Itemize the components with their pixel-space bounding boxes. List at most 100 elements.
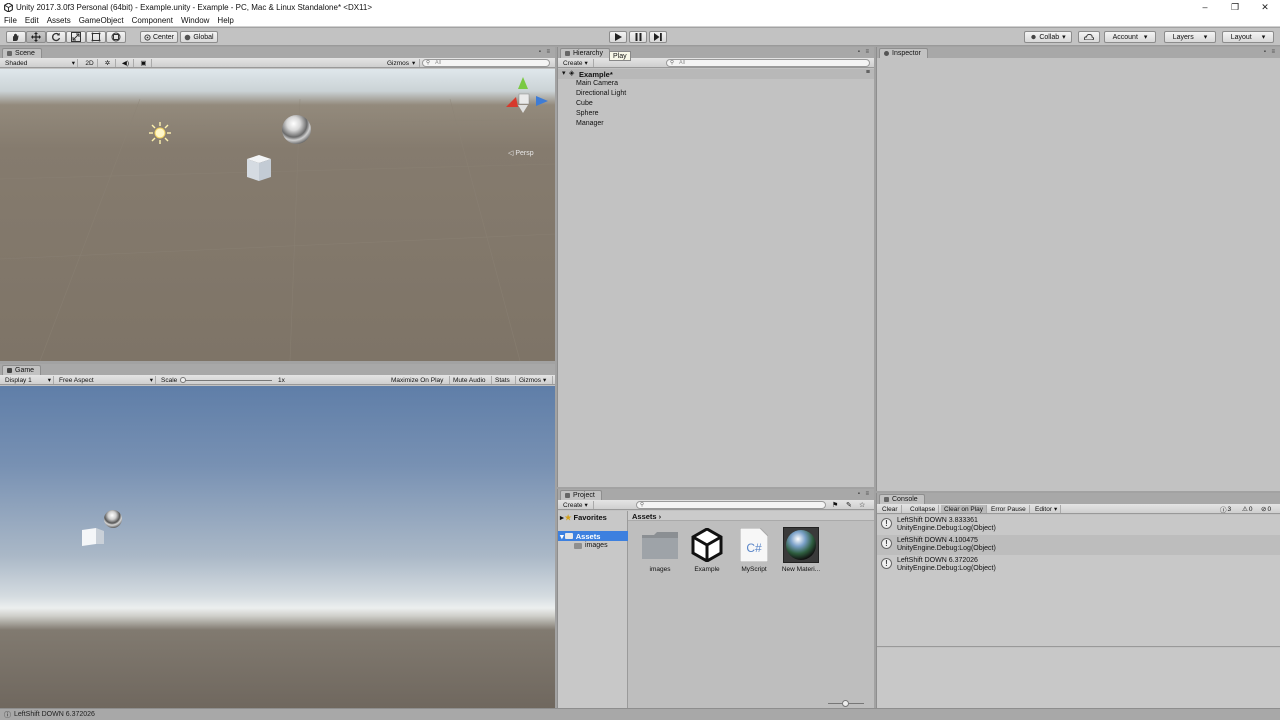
tab-game[interactable]: Game xyxy=(2,365,42,375)
scene-root-row[interactable]: ▾ ◈ Example* ≡ xyxy=(558,69,874,79)
display-dropdown[interactable]: Display 1 ▾ xyxy=(2,376,54,384)
scene-menu-icon[interactable]: ≡ xyxy=(866,69,870,76)
hierarchy-item-main-camera[interactable]: Main Camera xyxy=(576,80,618,87)
orientation-gizmo[interactable] xyxy=(502,77,552,123)
log-entry[interactable]: ! LeftShift DOWN 3.833361 UnityEngine.De… xyxy=(877,515,1280,535)
sphere-object[interactable] xyxy=(282,115,311,144)
menu-file[interactable]: File xyxy=(4,16,17,25)
space-global-toggle[interactable]: Global xyxy=(180,31,218,43)
console-warning-filter[interactable]: ⚠ 0 xyxy=(1239,505,1255,514)
tab-scene[interactable]: Scene xyxy=(2,48,42,58)
tab-hierarchy[interactable]: Hierarchy xyxy=(560,48,610,58)
hierarchy-create-dropdown[interactable]: Create ▾ xyxy=(560,59,594,67)
hierarchy-item-manager[interactable]: Manager xyxy=(576,120,604,127)
favorites-item[interactable]: ▸ ★ Favorites xyxy=(560,513,607,522)
hand-tool-button[interactable] xyxy=(6,31,26,43)
audio-toggle[interactable]: ◀) xyxy=(118,59,134,67)
maximize-on-play-toggle[interactable]: Maximize On Play xyxy=(388,376,450,384)
hierarchy-item-directional-light[interactable]: Directional Light xyxy=(576,90,626,97)
collab-dropdown[interactable]: Collab ▾ xyxy=(1024,31,1072,43)
console-clear-on-play-toggle[interactable]: Clear on Play xyxy=(941,505,988,513)
images-folder-item[interactable]: images xyxy=(574,542,608,549)
menu-component[interactable]: Component xyxy=(132,16,173,25)
game-viewport[interactable] xyxy=(0,386,555,708)
shading-mode-dropdown[interactable]: Shaded ▾ xyxy=(2,59,78,67)
game-gizmos-dropdown[interactable]: Gizmos ▾ xyxy=(516,376,553,384)
label-tag-icon[interactable]: ✎ xyxy=(846,501,852,509)
persp-label[interactable]: ◁ Persp xyxy=(508,149,534,157)
cube-object[interactable] xyxy=(245,154,273,184)
asset-item-example[interactable]: Example xyxy=(685,527,729,573)
star-icon[interactable]: ☆ xyxy=(859,501,865,509)
console-error-filter[interactable]: ⊘ 0 xyxy=(1258,505,1274,514)
scale-icon xyxy=(71,32,81,42)
filter-type-icon[interactable]: ⚑ xyxy=(832,501,838,509)
transform-tool-button[interactable] xyxy=(106,31,126,43)
log-entry[interactable]: ! LeftShift DOWN 6.372026 UnityEngine.De… xyxy=(877,555,1280,575)
console-collapse-toggle[interactable]: Collapse xyxy=(907,505,940,513)
scale-slider[interactable]: Scale 1x xyxy=(158,376,288,384)
status-message[interactable]: LeftShift DOWN 6.372026 xyxy=(14,711,95,718)
scene-gizmos-dropdown[interactable]: Gizmos ▾ xyxy=(384,59,420,67)
effects-toggle[interactable]: ▣ xyxy=(136,59,152,67)
expand-arrow-icon[interactable]: ▾ xyxy=(562,69,566,77)
asset-item-myscript[interactable]: C# MyScript xyxy=(732,527,776,573)
scale-tool-button[interactable] xyxy=(66,31,86,43)
menu-gameobject[interactable]: GameObject xyxy=(79,16,124,25)
menu-edit[interactable]: Edit xyxy=(25,16,39,25)
asset-item-images[interactable]: images xyxy=(638,527,682,573)
status-info-icon: ⓘ xyxy=(4,711,11,719)
step-button[interactable] xyxy=(649,31,667,43)
scale-thumb[interactable] xyxy=(180,377,186,383)
rect-tool-button[interactable] xyxy=(86,31,106,43)
menu-help[interactable]: Help xyxy=(217,16,233,25)
chevron-down-icon: ▾ xyxy=(584,502,588,509)
play-button[interactable] xyxy=(609,31,627,43)
project-create-dropdown[interactable]: Create ▾ xyxy=(560,501,594,509)
mute-audio-toggle[interactable]: Mute Audio xyxy=(450,376,492,384)
hierarchy-item-cube[interactable]: Cube xyxy=(576,100,593,107)
console-info-filter[interactable]: ⓘ 3 xyxy=(1217,505,1234,515)
close-button[interactable]: ✕ xyxy=(1250,0,1280,14)
breadcrumb[interactable]: Assets › xyxy=(632,512,661,521)
sun-icon[interactable] xyxy=(148,121,172,147)
pivot-center-toggle[interactable]: Center xyxy=(140,31,178,43)
console-editor-dropdown[interactable]: Editor ▾ xyxy=(1032,505,1062,513)
scene-viewport[interactable]: ◁ Persp xyxy=(0,69,555,361)
log-entry[interactable]: ! LeftShift DOWN 4.100475 UnityEngine.De… xyxy=(877,535,1280,555)
panel-menu-icon[interactable]: ▪ ≡ xyxy=(858,491,871,497)
move-arrows-icon xyxy=(31,32,41,42)
scene-search-input[interactable]: ⚲ All xyxy=(422,59,550,67)
project-search-input[interactable]: ⚲ xyxy=(636,501,826,509)
move-tool-button[interactable] xyxy=(26,31,46,43)
aspect-dropdown[interactable]: Free Aspect ▾ xyxy=(56,376,156,384)
restore-button[interactable]: ❐ xyxy=(1220,0,1250,14)
tab-console[interactable]: Console xyxy=(879,494,925,504)
account-dropdown[interactable]: Account ▾ xyxy=(1104,31,1156,43)
asset-name: Example xyxy=(694,566,720,573)
lighting-toggle[interactable]: ✲ xyxy=(100,59,116,67)
hierarchy-item-sphere[interactable]: Sphere xyxy=(576,110,599,117)
minimize-button[interactable]: – xyxy=(1190,0,1220,14)
layers-dropdown[interactable]: Layers ▾ xyxy=(1164,31,1216,43)
panel-menu-icon[interactable]: ▪ ≡ xyxy=(539,49,552,55)
toggle-2d-button[interactable]: 2D xyxy=(82,59,98,67)
menu-window[interactable]: Window xyxy=(181,16,209,25)
tab-project[interactable]: Project xyxy=(560,490,602,500)
stats-toggle[interactable]: Stats xyxy=(492,376,516,384)
rotate-tool-button[interactable] xyxy=(46,31,66,43)
panel-menu-icon[interactable]: ▪ ≡ xyxy=(1264,49,1277,55)
panel-menu-icon[interactable]: ▪ ≡ xyxy=(858,49,871,55)
layout-dropdown[interactable]: Layout ▾ xyxy=(1222,31,1274,43)
pause-button[interactable] xyxy=(629,31,647,43)
icon-size-thumb[interactable] xyxy=(842,700,849,707)
hierarchy-search-input[interactable]: ⚲ All xyxy=(666,59,870,67)
menu-assets[interactable]: Assets xyxy=(47,16,71,25)
sphere-object xyxy=(104,510,122,528)
assets-folder-item[interactable]: ▾ Assets xyxy=(558,531,628,541)
console-clear-button[interactable]: Clear xyxy=(879,505,902,513)
asset-item-new-material[interactable]: New Materi... xyxy=(779,527,823,573)
tab-inspector[interactable]: Inspector xyxy=(879,48,928,58)
cloud-services-button[interactable] xyxy=(1078,31,1100,43)
console-error-pause-toggle[interactable]: Error Pause xyxy=(988,505,1030,513)
